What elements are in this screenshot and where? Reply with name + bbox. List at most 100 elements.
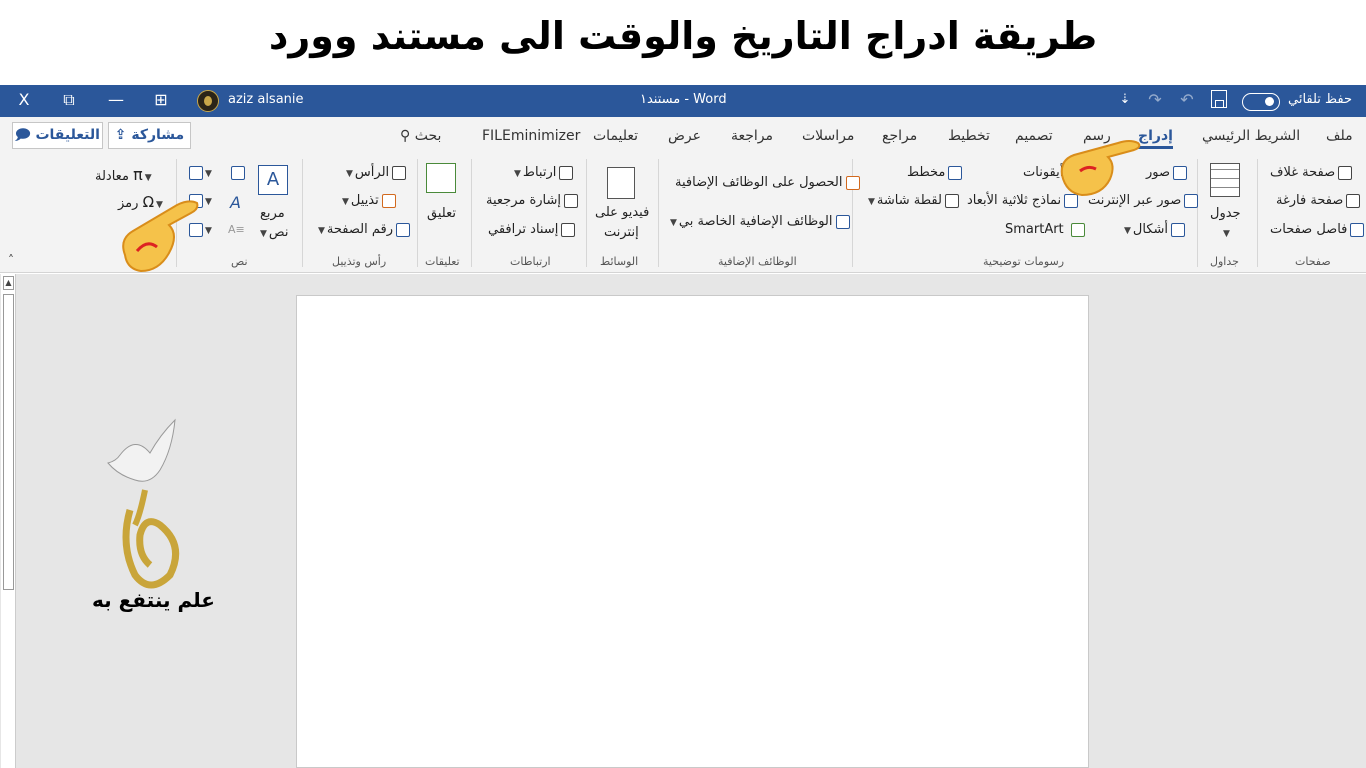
tab-design[interactable]: تصميم (1015, 128, 1053, 144)
smartart-button[interactable]: SmartArt (1005, 222, 1085, 237)
share-button[interactable]: ⇪ مشاركة (108, 122, 191, 149)
new-comment-icon (426, 163, 456, 193)
group-label-addins: الوظائف الإضافية (718, 255, 797, 268)
wordart-button[interactable]: A (230, 193, 241, 212)
online-video-icon (607, 167, 635, 199)
chart-label: مخطط (907, 165, 946, 180)
document-page[interactable] (296, 295, 1089, 768)
comments-button[interactable]: 🗩 التعليقات (12, 122, 103, 149)
equation-label: معادلة (95, 169, 129, 184)
group-separator (586, 159, 587, 267)
restore-button[interactable]: ⧉ (55, 88, 83, 112)
tab-review[interactable]: مراجعة (731, 128, 773, 144)
chart-icon (948, 165, 963, 180)
header-label: الرأس (354, 165, 390, 180)
cross-reference-button[interactable]: إسناد ترافقي (488, 222, 576, 237)
get-addins-button[interactable]: الحصول على الوظائف الإضافية (675, 175, 860, 190)
redo-icon[interactable]: ↷ (1141, 88, 1169, 112)
table-icon (1210, 163, 1240, 197)
pi-icon: π (133, 165, 143, 184)
page-break-button[interactable]: فاصل صفحات (1270, 222, 1365, 237)
my-addins-label: الوظائف الإضافية الخاصة بي (678, 214, 833, 229)
text-box-button-line2[interactable]: نص▼ (258, 225, 288, 240)
online-pictures-icon (1184, 193, 1199, 208)
toggle-knob-icon (1265, 97, 1274, 106)
header-button[interactable]: الرأس▼ (344, 165, 407, 180)
link-button[interactable]: ارتباط▼ (512, 165, 574, 180)
group-separator (1257, 159, 1258, 267)
table-button[interactable]: جدول (1210, 206, 1241, 221)
undo-icon[interactable]: ↶ (1173, 88, 1201, 112)
get-addins-label: الحصول على الوظائف الإضافية (675, 175, 843, 190)
autosave-toggle[interactable] (1242, 93, 1280, 111)
screenshot-button[interactable]: لقطة شاشة▼ (866, 193, 959, 208)
online-video-button[interactable]: فيديو على (595, 205, 649, 220)
cross-reference-icon (561, 222, 576, 237)
online-video-button-line2[interactable]: إنترنت (604, 225, 639, 240)
search-icon: ⚲ (400, 128, 415, 144)
minimize-button[interactable]: — (102, 88, 130, 112)
logo-caption: علم ينتفع به (92, 588, 215, 612)
tab-mailings[interactable]: مراسلات (802, 128, 854, 144)
wordart-icon: A (230, 193, 241, 212)
blank-page-button[interactable]: صفحة فارغة (1276, 193, 1361, 208)
tab-help[interactable]: تعليمات (593, 128, 638, 144)
cover-page-button[interactable]: صفحة غلاف (1270, 165, 1353, 180)
page-number-button[interactable]: رقم الصفحة▼ (316, 222, 410, 237)
signature-line-icon (189, 165, 203, 180)
user-name[interactable]: aziz alsanie (228, 92, 304, 107)
3d-models-label: نماذج ثلاثية الأبعاد (967, 193, 1062, 208)
search-label: بحث (414, 128, 442, 144)
smartart-icon (1070, 222, 1085, 237)
group-separator (471, 159, 472, 267)
drop-cap-icon: ≡A (228, 223, 245, 236)
screenshot-label: لقطة شاشة (876, 193, 942, 208)
text-box-button[interactable]: مربع (260, 206, 285, 221)
blank-page-icon (1346, 193, 1361, 208)
table-label: جدول (1210, 206, 1241, 221)
cover-page-label: صفحة غلاف (1270, 165, 1336, 180)
group-label-links: ارتباطات (510, 255, 551, 268)
signature-line-button[interactable]: ▼ (186, 165, 214, 180)
comments-label: التعليقات (35, 127, 100, 143)
quick-parts-button[interactable] (228, 165, 245, 180)
new-comment-label: تعليق (427, 206, 456, 221)
footer-button[interactable]: تذييل▼ (340, 193, 396, 208)
save-icon[interactable] (1211, 90, 1227, 108)
new-comment-button[interactable]: تعليق (427, 206, 456, 221)
drop-cap-button[interactable]: ≡A (228, 222, 245, 237)
text-box-label-2: نص (268, 225, 289, 240)
group-label-header-footer: رأس وتذييل (332, 255, 387, 268)
table-dropdown-icon[interactable]: ▼ (1221, 225, 1232, 240)
scroll-thumb[interactable] (3, 294, 14, 590)
online-video-label-2: إنترنت (604, 225, 639, 240)
bookmark-button[interactable]: إشارة مرجعية (486, 193, 579, 208)
tab-view[interactable]: عرض (668, 128, 701, 144)
avatar[interactable] (197, 90, 219, 112)
shapes-icon (1171, 222, 1186, 237)
equation-button[interactable]: ▼π معادلة (95, 165, 154, 184)
my-addins-icon (835, 214, 850, 229)
tab-layout[interactable]: تخطيط (948, 128, 990, 144)
tab-references[interactable]: مراجع (882, 128, 917, 144)
vertical-scrollbar[interactable]: ▲ (1, 274, 16, 768)
chart-button[interactable]: مخطط (907, 165, 963, 180)
tab-home[interactable]: الشريط الرئيسي (1202, 128, 1300, 144)
footer-label: تذييل (350, 193, 379, 208)
shapes-button[interactable]: أشكال▼ (1122, 222, 1186, 237)
tab-fileminimizer[interactable]: FILEminimizer (482, 128, 580, 144)
my-addins-button[interactable]: الوظائف الإضافية الخاصة بي▼ (668, 214, 850, 229)
link-label: ارتباط (522, 165, 557, 180)
customize-toolbar-icon[interactable]: ⇣ (1111, 88, 1139, 112)
scroll-up-icon[interactable]: ▲ (3, 276, 14, 290)
search-box[interactable]: ⚲ بحث (400, 128, 441, 144)
pictures-button[interactable]: صور (1146, 165, 1188, 180)
collapse-ribbon-icon[interactable]: ˄ (8, 253, 14, 267)
share-label: مشاركة (131, 127, 185, 143)
tab-file[interactable]: ملف (1326, 128, 1353, 144)
close-button[interactable]: X (10, 88, 38, 112)
ribbon-display-options-button[interactable]: ⊞ (147, 88, 175, 112)
screenshot-icon (944, 193, 959, 208)
text-box-label-1: مربع (260, 206, 285, 221)
quick-parts-icon (231, 165, 245, 180)
